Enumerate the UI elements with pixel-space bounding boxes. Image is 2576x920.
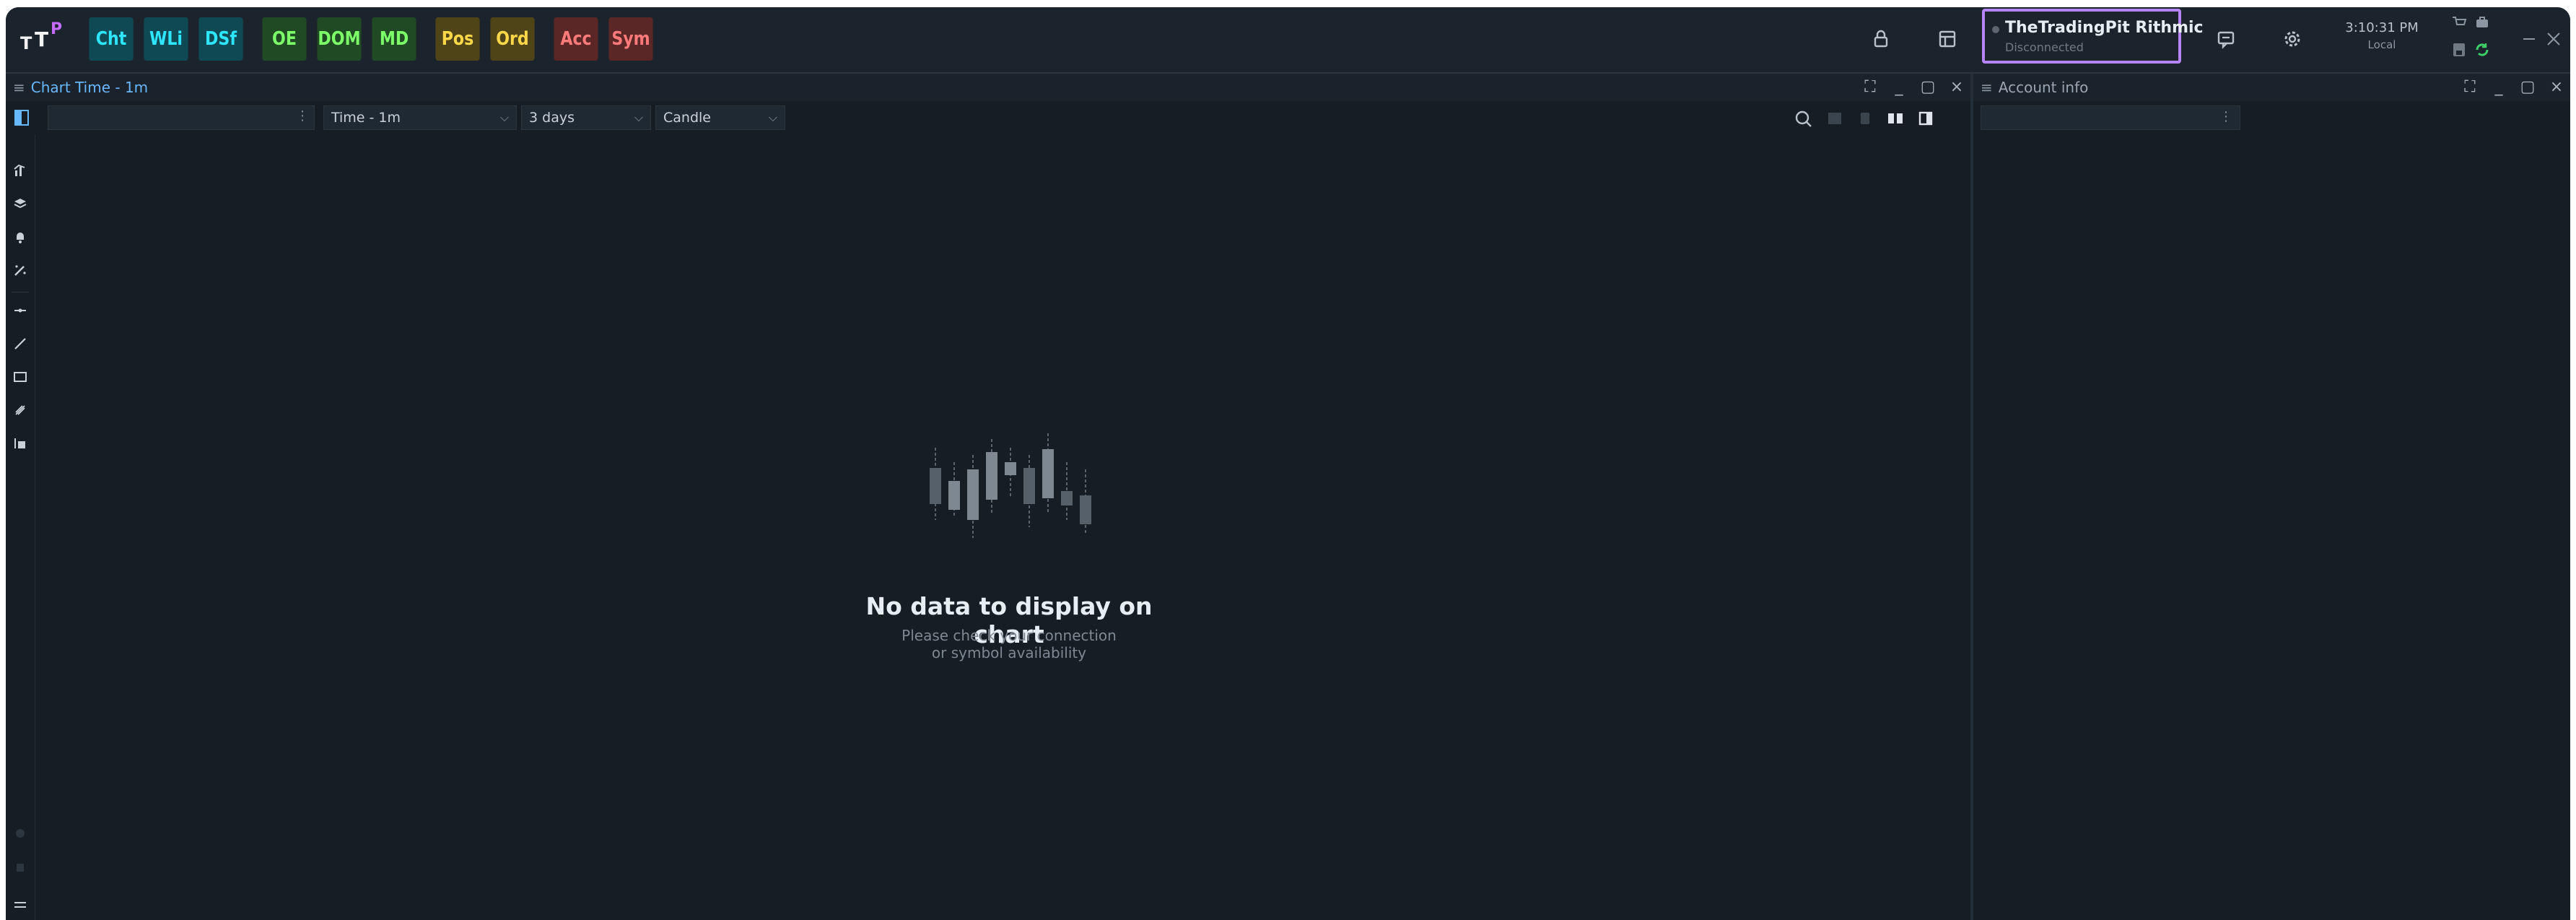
restore-icon[interactable]: ▢ bbox=[1920, 78, 1936, 96]
close-icon[interactable]: × bbox=[1949, 78, 1965, 96]
cart-icon[interactable] bbox=[2448, 12, 2470, 33]
rectangle-icon[interactable] bbox=[12, 368, 29, 386]
maximize-icon[interactable]: ⛶ bbox=[1862, 78, 1878, 96]
module-button-pos[interactable]: Pos bbox=[435, 17, 480, 61]
period-dropdown[interactable]: Time - 1m ⌵ bbox=[323, 105, 517, 130]
connection-name: TheTradingPit Rithmic bbox=[2005, 19, 2204, 37]
magic-wand-icon[interactable] bbox=[12, 261, 29, 279]
symbol-menu-icon[interactable]: ⋮ bbox=[296, 108, 309, 123]
module-button-dom[interactable]: DOM bbox=[317, 17, 362, 61]
account-menu-icon[interactable]: ⋮ bbox=[2219, 109, 2232, 124]
module-button-cht[interactable]: Cht bbox=[89, 17, 134, 61]
zoom-icon[interactable] bbox=[1789, 104, 1817, 133]
trend-line-icon[interactable] bbox=[12, 335, 29, 352]
module-button-dsf[interactable]: DSf bbox=[198, 17, 243, 61]
panel-splitter[interactable] bbox=[1970, 74, 1973, 920]
close-app-icon[interactable] bbox=[2539, 25, 2568, 53]
chart-window-controls: ⛶ _ ▢ × bbox=[1862, 78, 1965, 96]
panel-menu-icon[interactable]: ≡ bbox=[1981, 79, 1993, 96]
candlestick-placeholder-icon bbox=[930, 433, 1091, 538]
restore-icon[interactable]: ▢ bbox=[2520, 78, 2536, 96]
clock: 3:10:31 PM Local bbox=[2339, 20, 2425, 51]
account-panel-title: Account info bbox=[1998, 79, 2089, 96]
chat-icon[interactable] bbox=[2212, 25, 2240, 53]
book-icon[interactable] bbox=[1881, 104, 1910, 133]
connection-status-dot bbox=[1992, 26, 1999, 33]
indicators-icon[interactable] bbox=[12, 162, 29, 179]
empty-state-hint-line1: Please check your connection bbox=[901, 627, 1117, 644]
module-button-wli[interactable]: WLi bbox=[144, 17, 188, 61]
chevron-down-icon: ⌵ bbox=[634, 110, 643, 124]
empty-state-hint-line2: or symbol availability bbox=[931, 644, 1087, 661]
account-toolbar: ⋮ bbox=[1973, 101, 2570, 134]
panel-menu-icon[interactable]: ≡ bbox=[13, 79, 25, 96]
app-logo: TTP bbox=[20, 20, 63, 53]
style-value: Candle bbox=[663, 110, 711, 126]
drawing-toolbar bbox=[6, 134, 35, 920]
panel-toggle-icon[interactable] bbox=[14, 110, 29, 126]
period-value: Time - 1m bbox=[331, 110, 401, 126]
top-toolbar: TTP Cht WLi DSf OE DOM MD Pos Ord Acc Sym TheTrad… bbox=[6, 7, 2570, 74]
measure-icon[interactable] bbox=[12, 435, 29, 452]
chart-panel-header: ≡ Chart Time - 1m ⛶ _ ▢ × bbox=[6, 74, 1970, 101]
layout-icon[interactable] bbox=[1933, 25, 1962, 53]
grid-icon[interactable] bbox=[1820, 104, 1849, 133]
chart-toolbar: ⋮ Time - 1m ⌵ 3 days ⌵ Candle ⌵ bbox=[6, 101, 1968, 134]
side-panel-icon[interactable] bbox=[1911, 104, 1940, 133]
module-button-acc[interactable]: Acc bbox=[554, 17, 598, 61]
briefcase-icon[interactable] bbox=[2471, 12, 2493, 33]
close-icon[interactable]: × bbox=[2549, 78, 2564, 96]
maximize-icon[interactable]: ⛶ bbox=[2462, 78, 2478, 96]
trash-icon[interactable] bbox=[12, 858, 29, 875]
range-value: 3 days bbox=[529, 110, 575, 126]
range-dropdown[interactable]: 3 days ⌵ bbox=[521, 105, 651, 130]
account-panel-header: ≡ Account info ⛶ _ ▢ × bbox=[1973, 74, 2570, 101]
minimize-icon[interactable]: _ bbox=[2491, 78, 2507, 96]
data-box-icon[interactable] bbox=[1851, 104, 1879, 133]
fibonacci-icon[interactable] bbox=[12, 402, 29, 419]
account-selector[interactable]: ⋮ bbox=[1981, 105, 2240, 130]
horizontal-line-icon[interactable] bbox=[12, 302, 29, 319]
style-dropdown[interactable]: Candle ⌵ bbox=[655, 105, 785, 130]
module-button-sym[interactable]: Sym bbox=[608, 17, 653, 61]
chart-panel-title: Chart Time - 1m bbox=[30, 79, 149, 96]
clock-time: 3:10:31 PM bbox=[2345, 20, 2419, 35]
lock-icon[interactable] bbox=[1866, 25, 1895, 53]
module-button-oe[interactable]: OE bbox=[262, 17, 307, 61]
clock-zone: Local bbox=[2367, 38, 2396, 51]
connection-status: Disconnected bbox=[2005, 40, 2084, 54]
chevron-down-icon: ⌵ bbox=[499, 110, 509, 124]
alert-bell-icon[interactable] bbox=[12, 228, 29, 246]
chevron-down-icon: ⌵ bbox=[768, 110, 777, 124]
save-icon[interactable] bbox=[2448, 39, 2470, 61]
refresh-icon[interactable] bbox=[2471, 39, 2493, 61]
collapse-toolbar-icon[interactable] bbox=[12, 897, 29, 914]
symbol-input[interactable] bbox=[48, 105, 315, 130]
connection-selector[interactable]: TheTradingPit Rithmic Disconnected bbox=[1982, 9, 2204, 64]
layers-icon[interactable] bbox=[12, 195, 29, 212]
gear-icon[interactable] bbox=[2278, 25, 2307, 53]
account-window-controls: ⛶ _ ▢ × bbox=[2462, 78, 2564, 96]
module-button-ord[interactable]: Ord bbox=[490, 17, 535, 61]
app-window: TTP Cht WLi DSf OE DOM MD Pos Ord Acc Sym TheTrad… bbox=[6, 7, 2570, 920]
module-button-md[interactable]: MD bbox=[372, 17, 416, 61]
lock-drawings-icon[interactable] bbox=[12, 825, 29, 842]
minimize-icon[interactable]: _ bbox=[1891, 78, 1907, 96]
chart-empty-state: No data to display on chart Please check… bbox=[829, 433, 1189, 664]
